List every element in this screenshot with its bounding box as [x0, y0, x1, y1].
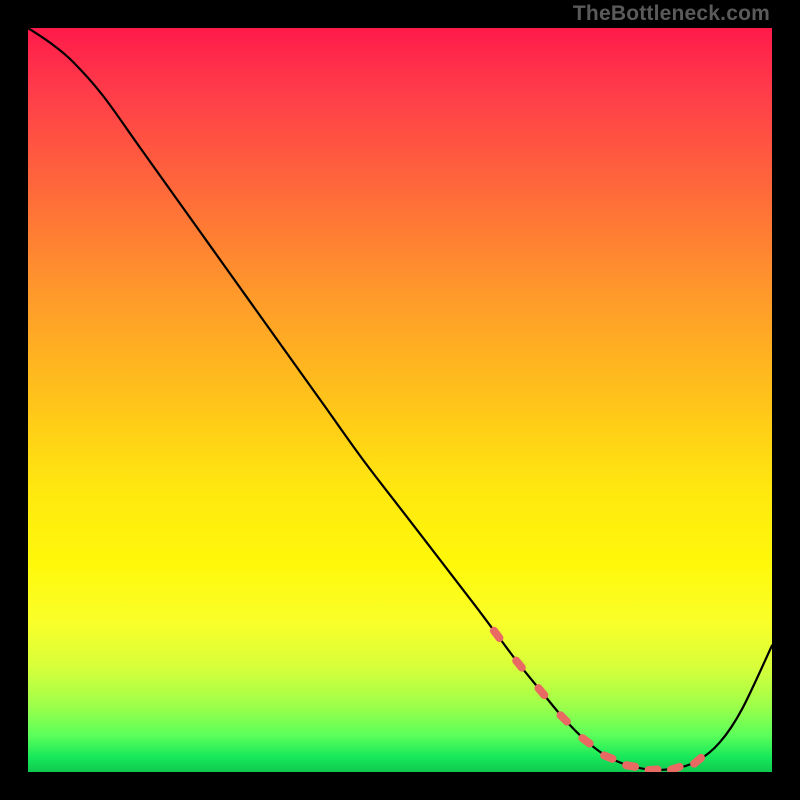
optimal-marker: [689, 752, 707, 769]
optimal-marker: [666, 762, 685, 772]
attribution-label: TheBottleneck.com: [573, 2, 770, 26]
curve-svg: [28, 28, 772, 772]
plot-area: [28, 28, 772, 772]
optimal-marker: [599, 750, 618, 764]
bottleneck-curve: [28, 28, 772, 770]
chart-frame: TheBottleneck.com: [0, 0, 800, 800]
optimal-marker: [644, 765, 661, 772]
optimal-marker: [622, 761, 640, 772]
